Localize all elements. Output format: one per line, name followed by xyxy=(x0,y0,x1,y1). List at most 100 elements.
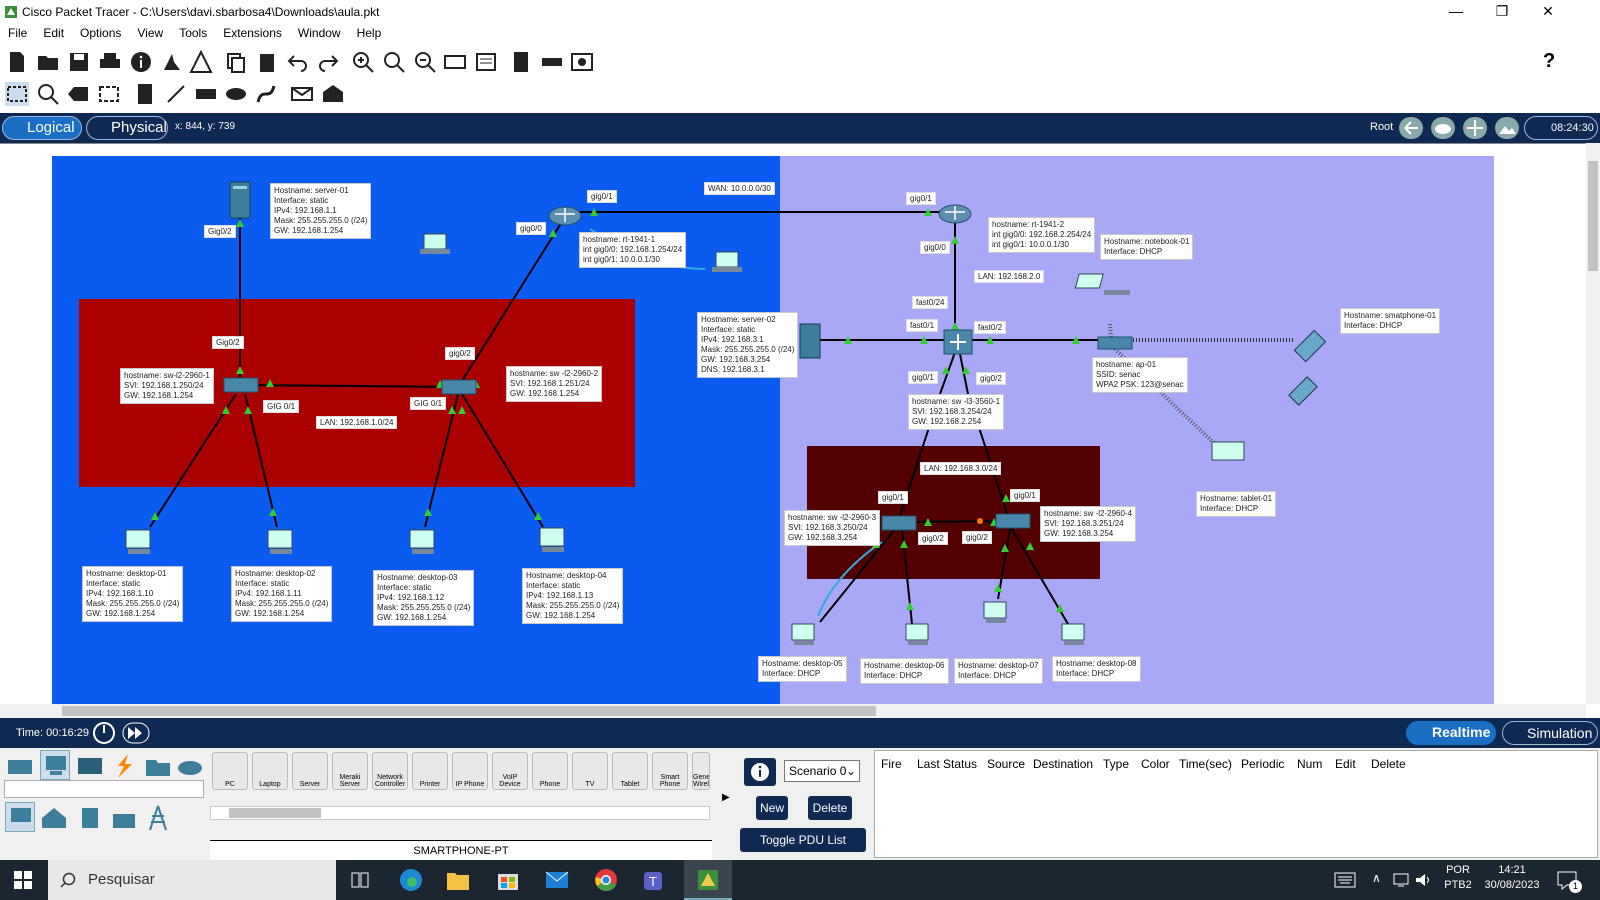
maximize-button[interactable]: ❐ xyxy=(1479,0,1525,24)
scenario-info-icon[interactable] xyxy=(744,758,776,786)
add-simple-pdu-icon[interactable] xyxy=(290,82,314,106)
collapse-arrow-icon[interactable]: ▶ xyxy=(722,792,730,803)
draw-ellipse-icon[interactable] xyxy=(224,82,248,106)
industrial-category-icon[interactable] xyxy=(110,804,138,832)
miscellaneous-icon[interactable] xyxy=(144,752,172,780)
server-01-icon[interactable] xyxy=(229,181,251,219)
end-devices-icon[interactable] xyxy=(40,750,70,780)
device-tablet[interactable]: Tablet xyxy=(612,752,648,790)
device-voip[interactable]: VoIP Device xyxy=(492,752,528,790)
laptop-unnamed-icon[interactable] xyxy=(420,233,450,254)
open-folder-icon[interactable] xyxy=(36,50,60,74)
windows-start-icon[interactable] xyxy=(14,871,32,889)
select-icon[interactable] xyxy=(5,82,29,106)
viewport-icon[interactable] xyxy=(1494,116,1520,140)
taskbar-search-box[interactable]: Pesquisar xyxy=(48,860,336,900)
menu-help[interactable]: Help xyxy=(349,24,390,40)
desktop-07-icon[interactable] xyxy=(983,601,1007,623)
horizontal-scrollbar[interactable] xyxy=(0,704,1586,718)
custom-device-icon[interactable] xyxy=(474,50,498,74)
cloud-icon[interactable] xyxy=(1430,116,1456,140)
note-notebook-01[interactable]: Hostname: notebook-01 Interface: DHCP xyxy=(1100,234,1194,260)
note-desktop-03[interactable]: Hostname: desktop-03 Interface: static I… xyxy=(373,570,475,626)
help-icon[interactable]: ? xyxy=(1543,50,1555,73)
pc-category-icon[interactable] xyxy=(5,802,35,832)
note-sw-2960-1[interactable]: hostname: sw-l2-2960-1 SVI: 192.168.1.25… xyxy=(120,368,214,404)
desktop-03-icon[interactable] xyxy=(409,529,435,554)
realtime-mode-button[interactable]: Realtime xyxy=(1406,721,1496,745)
desktop-08-icon[interactable] xyxy=(1061,623,1085,645)
router-rt-1941-1-icon[interactable] xyxy=(548,206,582,226)
physical-tab[interactable]: Physical xyxy=(86,116,168,140)
resize-icon[interactable] xyxy=(97,82,121,106)
device-tv[interactable]: TV xyxy=(572,752,608,790)
input-language[interactable]: POR PTB2 xyxy=(1443,864,1473,891)
smart-city-category-icon[interactable] xyxy=(76,804,104,832)
multiuser-connection-icon[interactable] xyxy=(176,752,204,780)
router-rt-1941-2-icon[interactable] xyxy=(938,204,972,224)
note-lan2[interactable]: LAN: 192.168.2.0 xyxy=(974,270,1045,283)
info-icon[interactable] xyxy=(129,50,153,74)
packet-tracer-taskbar-button[interactable] xyxy=(684,860,732,900)
draw-line-icon[interactable] xyxy=(164,82,188,106)
mail-icon[interactable] xyxy=(545,870,569,890)
logical-workspace[interactable]: Hostname: server-01 Interface: static IP… xyxy=(0,143,1586,704)
note-server-02[interactable]: Hostname: server-02 Interface: static IP… xyxy=(697,312,799,378)
device-smart-phone[interactable]: Smart Phone xyxy=(652,752,688,790)
network-devices-icon[interactable] xyxy=(6,752,34,780)
volume-icon[interactable] xyxy=(1414,872,1432,888)
freeform-icon[interactable] xyxy=(254,82,278,106)
scenario-select[interactable]: Scenario 0 ⌄ xyxy=(784,760,860,782)
image-icon[interactable] xyxy=(570,50,594,74)
paste-icon[interactable] xyxy=(255,50,279,74)
menu-file[interactable]: File xyxy=(0,24,35,40)
switch-sw-l2-2960-4-icon[interactable] xyxy=(995,513,1031,529)
note-desktop-04[interactable]: Hostname: desktop-04 Interface: static I… xyxy=(522,568,624,624)
palette-scroll-thumb[interactable] xyxy=(229,808,321,818)
device-pc[interactable]: PC xyxy=(212,752,248,790)
power-cycle-icon[interactable] xyxy=(92,722,116,744)
file-explorer-icon[interactable] xyxy=(446,869,470,891)
note-rt-1941-1[interactable]: hostname: rt-1941-1 int gig0/0: 192.168.… xyxy=(579,232,687,268)
menu-tools[interactable]: Tools xyxy=(171,24,215,40)
server-02-icon[interactable] xyxy=(799,323,821,359)
device-printer[interactable]: Printer xyxy=(412,752,448,790)
drawing-palette-icon[interactable] xyxy=(443,50,467,74)
note-sw-2960-3[interactable]: hostname: sw -l2-2960-3 SVI: 192.168.3.2… xyxy=(784,510,881,546)
palette-scrollbar[interactable] xyxy=(210,806,710,820)
device-server[interactable]: Server xyxy=(292,752,328,790)
microsoft-store-icon[interactable] xyxy=(496,868,520,892)
zoom-reset-icon[interactable] xyxy=(382,50,406,74)
close-button[interactable]: ✕ xyxy=(1525,0,1571,24)
zoom-in-icon[interactable] xyxy=(351,50,375,74)
connections-icon[interactable] xyxy=(110,752,138,780)
activity-wizard-icon[interactable] xyxy=(160,50,184,74)
minimize-button[interactable]: — xyxy=(1433,0,1479,24)
desktop-04-icon[interactable] xyxy=(539,527,565,552)
undo-icon[interactable] xyxy=(286,50,310,74)
network-status-icon[interactable] xyxy=(1392,872,1410,888)
inspect-icon[interactable] xyxy=(36,82,60,106)
device-phone[interactable]: Phone xyxy=(532,752,568,790)
note-tablet-01[interactable]: Hostname: tablet-01 Interface: DHCP xyxy=(1196,491,1277,517)
desktop-01-icon[interactable] xyxy=(125,529,151,554)
access-point-ap-01-icon[interactable] xyxy=(1097,336,1133,350)
note-desktop-06[interactable]: Hostname: desktop-06 Interface: DHCP xyxy=(860,658,949,684)
desktop-05-icon[interactable] xyxy=(791,623,815,645)
components-icon[interactable] xyxy=(76,752,104,780)
note-desktop-07[interactable]: Hostname: desktop-07 Interface: DHCP xyxy=(954,658,1043,684)
menu-edit[interactable]: Edit xyxy=(35,24,72,40)
save-icon[interactable] xyxy=(67,50,91,74)
new-file-icon[interactable] xyxy=(5,50,29,74)
teams-icon[interactable]: T xyxy=(642,868,668,892)
zoom-out-icon[interactable] xyxy=(413,50,437,74)
device-ip-phone[interactable]: IP Phone xyxy=(452,752,488,790)
copy-icon[interactable] xyxy=(224,50,248,74)
note-desktop-01[interactable]: Hostname: desktop-01 Interface: static I… xyxy=(82,566,184,622)
toggle-pdu-list-button[interactable]: Toggle PDU List Window xyxy=(740,828,866,871)
task-view-icon[interactable] xyxy=(351,872,369,888)
switch-sw-l2-2960-3-icon[interactable] xyxy=(881,515,917,531)
delete-scenario-button[interactable]: Delete xyxy=(808,796,852,820)
menu-extensions[interactable]: Extensions xyxy=(215,24,290,40)
add-complex-pdu-icon[interactable] xyxy=(321,82,345,106)
